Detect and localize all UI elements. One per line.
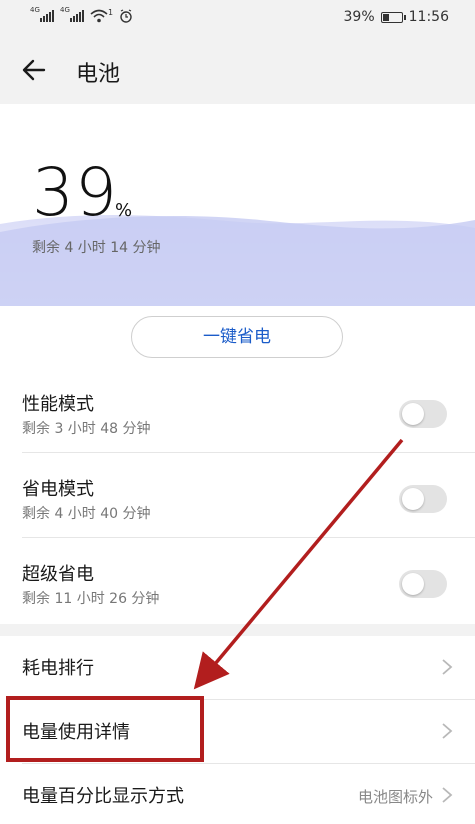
battery-percent-large: 39 (32, 154, 118, 231)
section-gap (0, 624, 475, 636)
page-title: 电池 (76, 62, 121, 87)
signal-icon: 4G (30, 7, 54, 22)
status-icons-right: 39% 11:56 (344, 9, 449, 25)
battery-icon (380, 11, 406, 23)
app-header: 电池 (0, 36, 475, 104)
list-item-label: 电量百分比显示方式 (22, 786, 184, 807)
battery-percent: 39% (343, 9, 375, 25)
chevron-right-icon (442, 659, 453, 675)
mode-row-power-save[interactable]: 省电模式 剩余 4 小时 40 分钟 (0, 467, 475, 552)
list-item-percent-display[interactable]: 电量百分比显示方式 电池图标外 (0, 764, 475, 824)
signal-icon: 4G (60, 7, 84, 22)
alarm-icon (120, 9, 132, 23)
back-arrow-icon[interactable] (20, 56, 48, 84)
performance-mode-toggle[interactable] (399, 400, 447, 428)
list-item-label: 耗电排行 (22, 658, 94, 679)
wifi-badge: 1 (108, 7, 114, 17)
one-key-power-save-button[interactable]: 一键省电 (131, 316, 343, 358)
mode-subtitle: 剩余 4 小时 40 分钟 (22, 506, 151, 522)
list-item-power-ranking[interactable]: 耗电排行 (0, 636, 475, 700)
clock: 11:56 (408, 9, 449, 25)
mode-subtitle: 剩余 3 小时 48 分钟 (22, 421, 151, 437)
wifi-icon (90, 9, 108, 23)
chevron-right-icon (442, 723, 453, 739)
ultra-power-save-toggle[interactable] (399, 570, 447, 598)
mode-row-performance[interactable]: 性能模式 剩余 3 小时 48 分钟 (0, 382, 475, 467)
list-item-value: 电池图标外 (357, 788, 433, 806)
power-save-mode-toggle[interactable] (399, 485, 447, 513)
mode-subtitle: 剩余 11 小时 26 分钟 (22, 591, 160, 607)
chevron-right-icon (442, 787, 453, 803)
mode-title: 性能模式 (22, 394, 94, 415)
status-bar: 4G 4G 1 39% 11:56 (0, 0, 475, 36)
status-icons-left: 4G 4G 1 (30, 7, 133, 23)
annotation-highlight-box (6, 696, 204, 762)
mode-title: 超级省电 (22, 564, 94, 585)
remaining-time: 剩余 4 小时 14 分钟 (32, 240, 161, 256)
divider (22, 537, 475, 538)
divider (22, 452, 475, 453)
percent-sign: % (115, 200, 133, 221)
mode-title: 省电模式 (22, 479, 94, 500)
battery-hero: 39 % 剩余 4 小时 14 分钟 (0, 104, 475, 306)
